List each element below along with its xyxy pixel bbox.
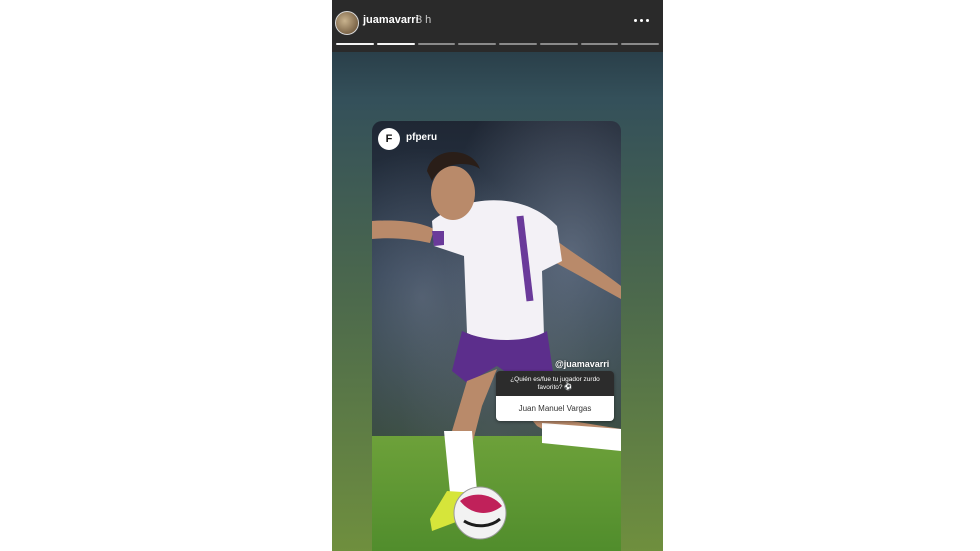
question-sticker[interactable]: ¿Quién es/fue tu jugador zurdo favorito?…	[496, 371, 614, 421]
avatar[interactable]	[335, 11, 359, 35]
progress-segment	[336, 43, 374, 45]
mention-sticker[interactable]: @juamavarri	[555, 359, 609, 369]
progress-segment	[417, 43, 456, 45]
progress-segment	[458, 43, 496, 45]
more-horizontal-icon[interactable]	[632, 12, 652, 28]
story-timestamp: 3 h	[416, 14, 432, 26]
story-progress-bar	[336, 43, 659, 46]
progress-segment	[539, 43, 578, 45]
story-viewer[interactable]: juamavarri 3 h F pfperu @juamavarri ¿Qui…	[332, 0, 663, 551]
question-answer: Juan Manuel Vargas	[496, 396, 614, 421]
story-header: juamavarri 3 h	[332, 0, 663, 52]
shared-post-card[interactable]: F pfperu @juamavarri ¿Quién es/fue tu ju…	[372, 121, 621, 551]
pfperu-logo-icon[interactable]: F	[378, 128, 400, 150]
progress-segment	[580, 43, 619, 45]
player-photo	[372, 151, 621, 540]
post-account-name[interactable]: pfperu	[406, 132, 437, 143]
progress-segment	[621, 43, 659, 45]
question-text: ¿Quién es/fue tu jugador zurdo favorito?…	[496, 371, 614, 396]
story-username[interactable]: juamavarri	[363, 14, 419, 26]
progress-segment	[499, 43, 537, 45]
progress-segment	[376, 43, 415, 45]
